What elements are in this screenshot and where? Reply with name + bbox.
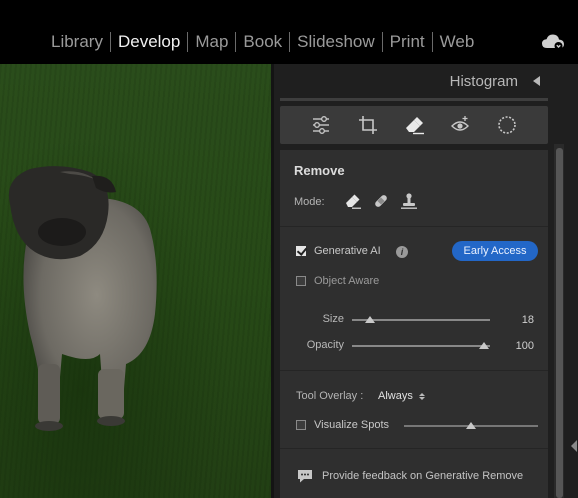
tool-overlay-row: Tool Overlay : bbox=[296, 390, 363, 402]
updown-chevron-icon bbox=[418, 392, 425, 400]
feedback-bubble-icon bbox=[298, 470, 312, 483]
histogram-title: Histogram bbox=[449, 73, 518, 90]
visualize-spots-slider-thumb[interactable] bbox=[466, 422, 476, 429]
module-list: Library Develop Map Book Slideshow Print… bbox=[44, 30, 481, 54]
info-icon[interactable]: i bbox=[396, 246, 408, 258]
feedback-label: Provide feedback on Generative Remove bbox=[322, 470, 524, 482]
tool-overlay-select[interactable]: Always bbox=[378, 390, 425, 402]
panel-scrollbar-thumb[interactable] bbox=[556, 148, 563, 498]
size-value[interactable]: 18 bbox=[504, 314, 534, 326]
module-print[interactable]: Print bbox=[383, 31, 432, 53]
panel-edge-arrow-icon[interactable] bbox=[571, 440, 577, 452]
collapse-triangle-icon[interactable] bbox=[533, 76, 540, 86]
tool-strip bbox=[280, 106, 548, 144]
opacity-slider-track[interactable] bbox=[352, 345, 490, 347]
histogram-collapsed-bar bbox=[280, 98, 548, 101]
photo-canvas[interactable] bbox=[0, 64, 271, 498]
object-aware-checkbox[interactable] bbox=[296, 276, 306, 286]
module-slideshow[interactable]: Slideshow bbox=[290, 31, 382, 53]
mode-selector bbox=[342, 190, 420, 212]
remove-panel: Remove Mode: Generative AI i Early Acces… bbox=[280, 150, 548, 498]
module-web[interactable]: Web bbox=[433, 31, 482, 53]
module-picker-bar: Library Develop Map Book Slideshow Print… bbox=[0, 0, 578, 64]
remove-panel-title: Remove bbox=[294, 163, 345, 178]
edit-sliders-icon[interactable] bbox=[310, 114, 332, 136]
pug-photo bbox=[8, 166, 157, 431]
clone-stamp-icon[interactable] bbox=[398, 190, 420, 212]
tool-overlay-label: Tool Overlay : bbox=[296, 390, 364, 402]
section-divider bbox=[280, 226, 548, 227]
section-divider bbox=[280, 370, 548, 371]
generative-ai-row: Generative AI bbox=[296, 245, 381, 257]
generative-ai-label[interactable]: Generative AI bbox=[314, 245, 381, 257]
crop-icon[interactable] bbox=[357, 114, 379, 136]
develop-right-panel: Histogram Remove Mode: Generative AI i E… bbox=[274, 64, 578, 498]
heal-bandage-icon[interactable] bbox=[370, 190, 392, 212]
remove-eraser-icon[interactable] bbox=[403, 114, 425, 136]
size-label: Size bbox=[322, 313, 344, 325]
module-map[interactable]: Map bbox=[188, 31, 235, 53]
visualize-spots-row: Visualize Spots bbox=[296, 419, 389, 431]
size-slider-thumb[interactable] bbox=[364, 316, 375, 323]
masking-icon[interactable] bbox=[496, 114, 518, 136]
opacity-label: Opacity bbox=[306, 339, 344, 351]
module-book[interactable]: Book bbox=[236, 31, 289, 53]
visualize-spots-label[interactable]: Visualize Spots bbox=[314, 419, 389, 431]
mode-label: Mode: bbox=[294, 196, 325, 208]
opacity-slider-thumb[interactable] bbox=[478, 342, 489, 349]
section-divider bbox=[280, 448, 548, 449]
opacity-value[interactable]: 100 bbox=[504, 340, 534, 352]
object-aware-label[interactable]: Object Aware bbox=[314, 275, 379, 287]
object-aware-row: Object Aware bbox=[296, 275, 379, 287]
module-library[interactable]: Library bbox=[44, 31, 110, 53]
red-eye-icon[interactable] bbox=[449, 114, 471, 136]
feedback-link[interactable]: Provide feedback on Generative Remove bbox=[296, 468, 523, 484]
tool-overlay-value: Always bbox=[378, 390, 413, 402]
remove-eraser-icon[interactable] bbox=[342, 190, 364, 212]
cloud-sync-icon[interactable] bbox=[541, 33, 565, 51]
generative-ai-checkbox[interactable] bbox=[296, 246, 306, 256]
early-access-badge[interactable]: Early Access bbox=[452, 241, 538, 261]
visualize-spots-checkbox[interactable] bbox=[296, 420, 306, 430]
module-develop[interactable]: Develop bbox=[111, 31, 187, 53]
histogram-header[interactable]: Histogram bbox=[274, 64, 564, 98]
